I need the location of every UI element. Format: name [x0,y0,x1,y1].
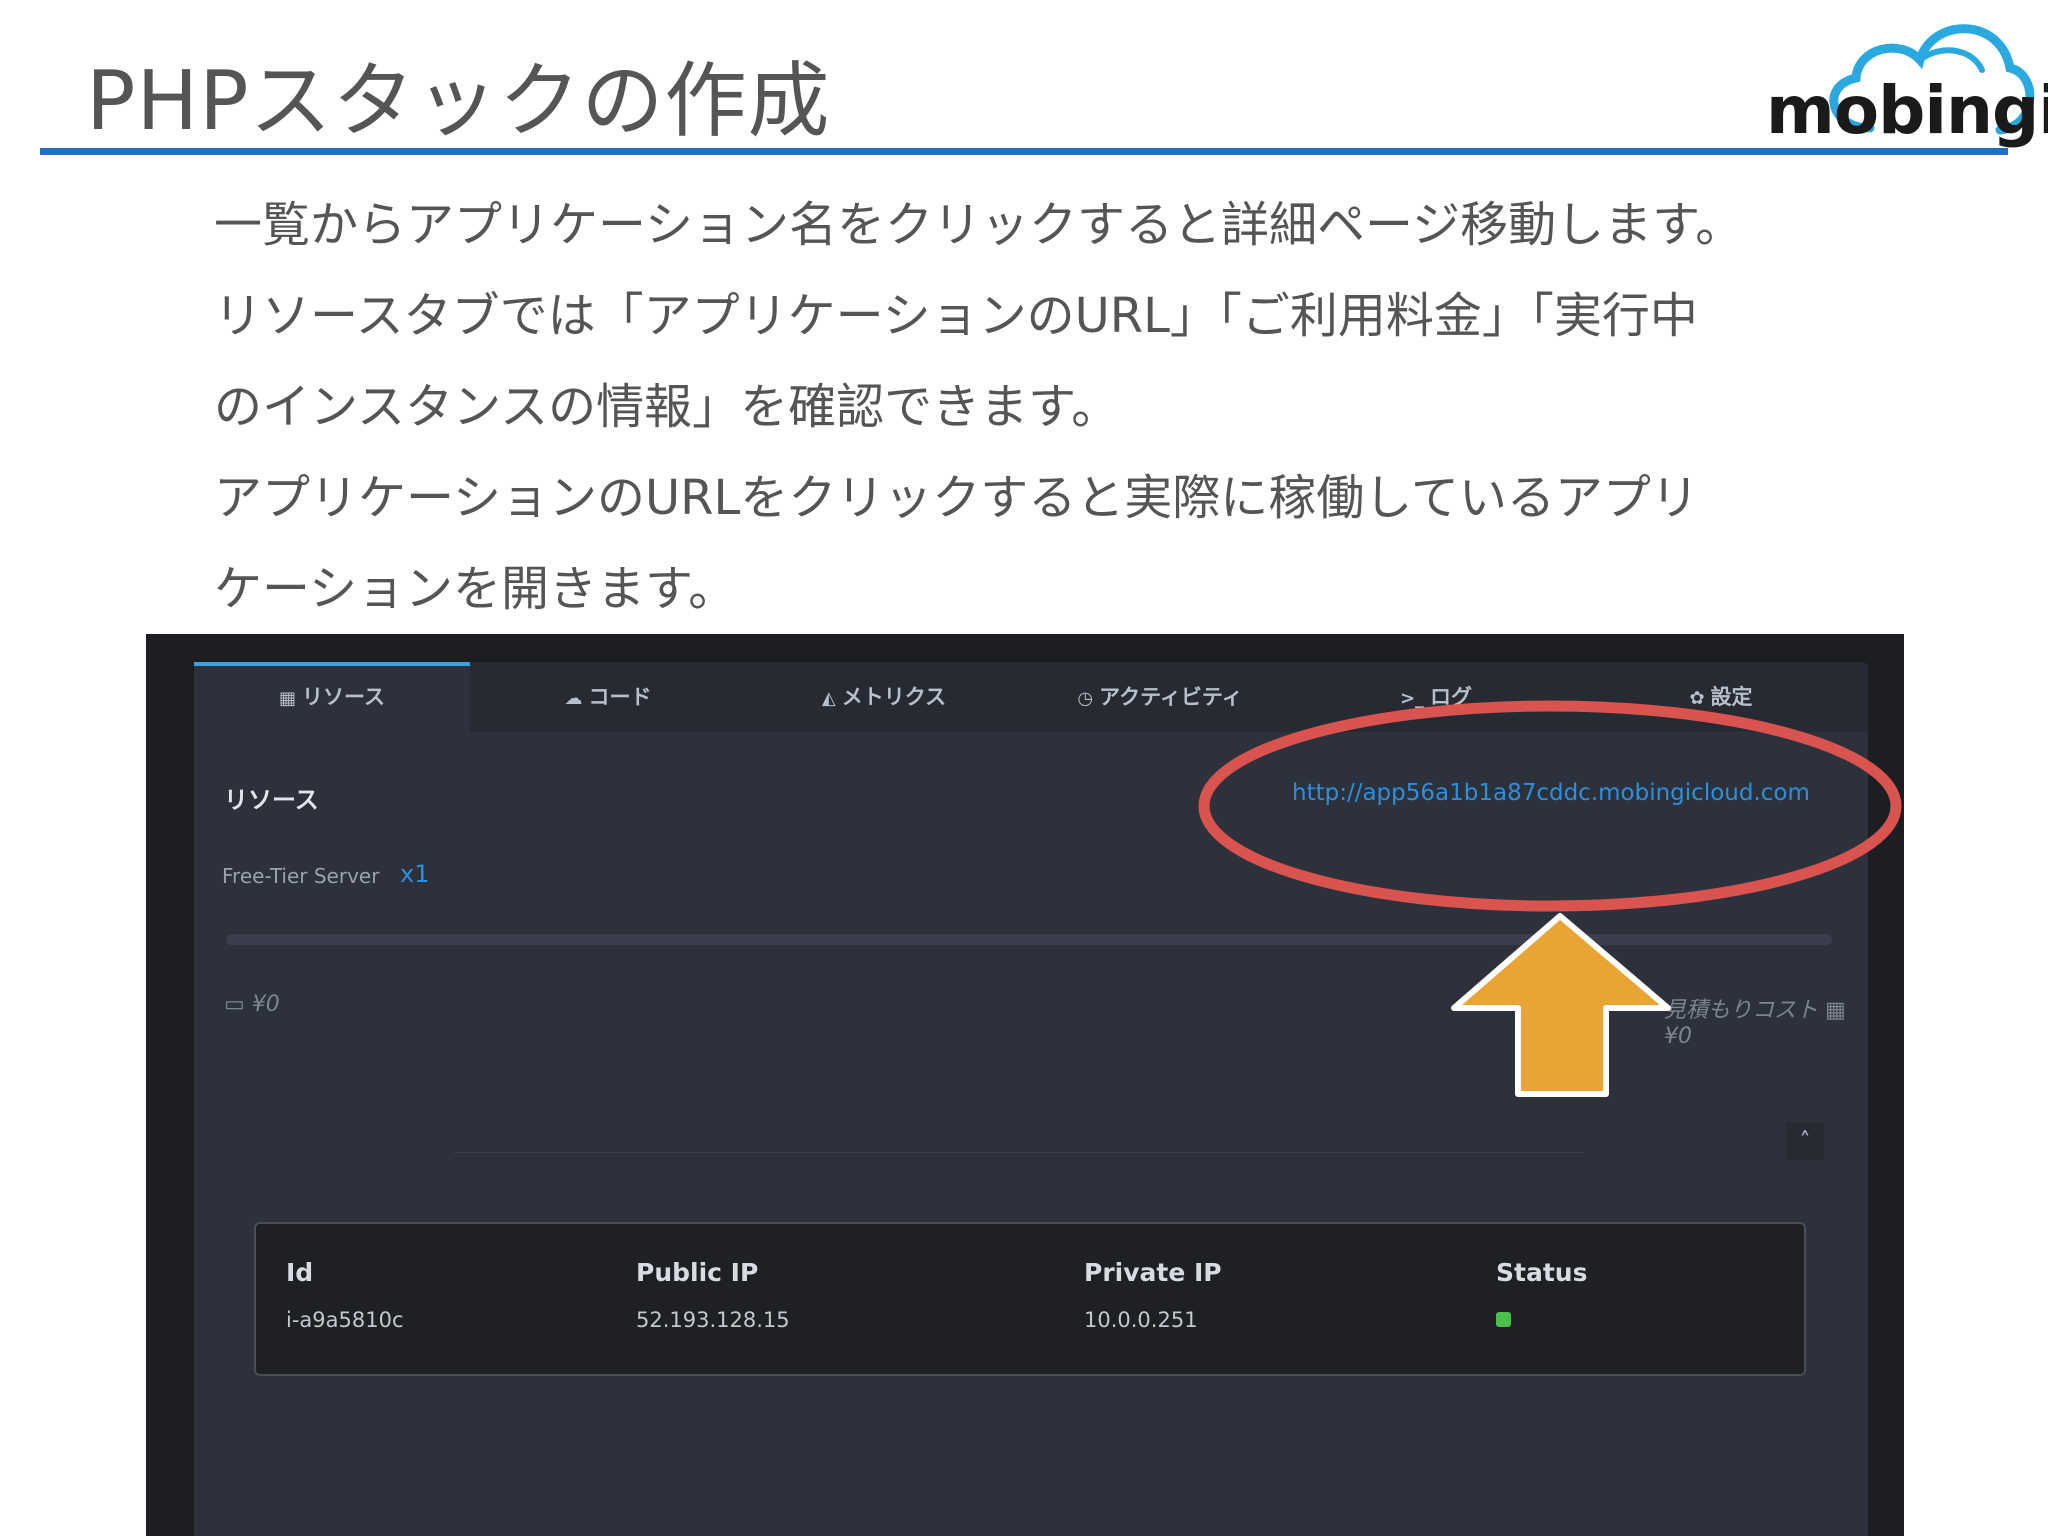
highlight-ellipse [1198,700,1902,912]
arrow-up-icon [1451,913,1671,1097]
annotation-layer [1198,700,1902,1097]
